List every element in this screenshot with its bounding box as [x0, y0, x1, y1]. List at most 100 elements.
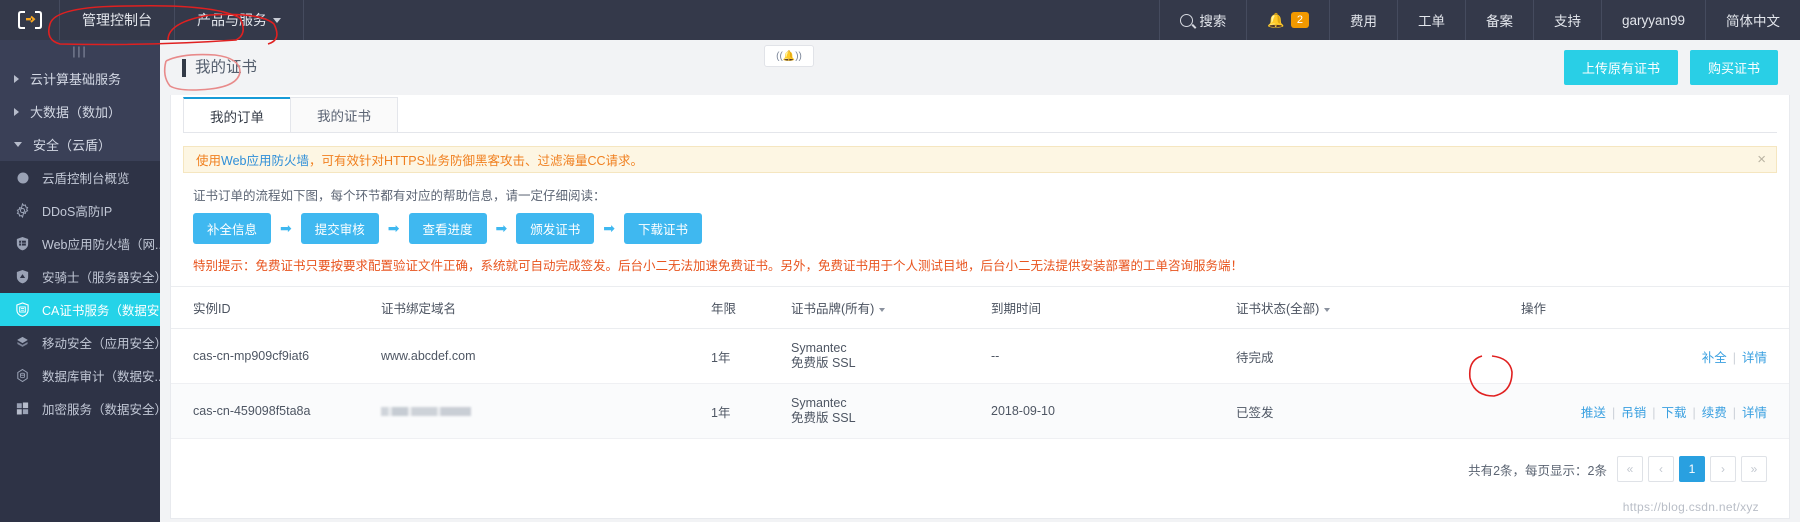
sidebar-item-encryption-service[interactable]: 加密服务（数据安全） — [0, 392, 160, 425]
sidebar-item-encryption-service-label: 加密服务（数据安全） — [42, 403, 160, 417]
cell-instance-id: cas-cn-459098f5ta8a — [171, 383, 381, 439]
sidebar-item-security-overview-label: 云盾控制台概览 — [42, 172, 130, 186]
sidebar-item-ca-certificate[interactable]: CA证书服务（数据安... — [0, 293, 160, 326]
special-notice-text: 特别提示：免费证书只要按要求配置验证文件正确，系统就可自动完成签发。后台小二无法… — [193, 259, 1244, 273]
sidebar-group-bigdata[interactable]: 大数据（数加） — [0, 95, 160, 128]
sidebar-item-ca-certificate-label: CA证书服务（数据安... — [42, 304, 160, 318]
table-row[interactable]: cas-cn-459098f5ta8a 1年 Symantec 免费版 SSL … — [171, 383, 1789, 439]
sidebar-group-security[interactable]: 安全（云盾） — [0, 128, 160, 161]
nav-icp-filing[interactable]: 备案 — [1464, 0, 1533, 40]
cell-brand-line2: 免费版 SSL — [791, 356, 856, 370]
masked-domain — [381, 407, 471, 417]
sidebar-item-waf[interactable]: Web应用防火墙（网... — [0, 227, 160, 260]
table-row[interactable]: cas-cn-mp909cf9iat6 www.abcdef.com 1年 Sy… — [171, 328, 1789, 384]
search-label: 搜索 — [1199, 14, 1227, 29]
cell-domain — [381, 383, 711, 439]
chevron-down-icon[interactable] — [879, 307, 886, 312]
nav-support[interactable]: 支持 — [1532, 0, 1601, 40]
chevron-down-icon — [273, 17, 281, 23]
upload-existing-cert-button[interactable]: 上传原有证书 — [1563, 50, 1678, 85]
tab-my-orders[interactable]: 我的订单 — [183, 97, 291, 133]
orders-table-header-row: 实例ID 证书绑定域名 年限 证书品牌(所有) 到期时间 证书状态(全部) 操作 — [171, 286, 1789, 329]
action-details[interactable]: 详情 — [1742, 406, 1767, 420]
page-title: 我的证书 — [182, 58, 257, 77]
nav-billing[interactable]: 费用 — [1328, 0, 1397, 40]
floating-notification-icon[interactable]: ((🔔)) — [764, 45, 814, 67]
col-status: 证书状态(全部) — [1236, 286, 1521, 329]
triangle-down-icon — [14, 142, 22, 147]
action-push[interactable]: 推送 — [1581, 406, 1606, 420]
arrow-right-icon: ➡ — [603, 220, 615, 236]
tab-my-orders-label: 我的订单 — [210, 109, 264, 125]
sidebar-item-mobile-security[interactable]: 移动安全（应用安全） — [0, 326, 160, 359]
tab-my-certificates[interactable]: 我的证书 — [290, 97, 398, 133]
circle-icon — [14, 169, 31, 186]
action-details[interactable]: 详情 — [1742, 351, 1767, 365]
pagination-page-1[interactable]: 1 — [1679, 456, 1705, 482]
action-renew[interactable]: 续费 — [1702, 406, 1727, 420]
action-complete[interactable]: 补全 — [1702, 351, 1727, 365]
nav-products-services[interactable]: 产品与服务 — [175, 0, 304, 40]
cell-domain: www.abcdef.com — [381, 328, 711, 384]
page-header-actions: 上传原有证书 购买证书 — [1563, 50, 1778, 85]
sidebar-item-database-audit-label: 数据库审计（数据安... — [42, 370, 160, 384]
buy-cert-button[interactable]: 购买证书 — [1689, 50, 1778, 85]
col-domain: 证书绑定域名 — [381, 286, 711, 329]
logo[interactable] — [0, 0, 60, 40]
triangle-right-icon — [14, 107, 19, 116]
sidebar-item-server-security-label: 安骑士（服务器安全） — [42, 271, 160, 285]
pagination-next[interactable]: › — [1710, 456, 1736, 482]
close-icon[interactable]: × — [1757, 152, 1766, 167]
main-content: 我的证书 ((🔔)) 上传原有证书 购买证书 我的订单 我的证书 使用 Web应用… — [160, 40, 1800, 522]
step-download-cert[interactable]: 下载证书 — [624, 213, 703, 244]
notifications-button[interactable]: 🔔 2 — [1246, 0, 1329, 40]
col-expire: 到期时间 — [991, 286, 1236, 329]
nav-products-services-label: 产品与服务 — [197, 12, 267, 28]
cell-instance-id: cas-cn-mp909cf9iat6 — [171, 328, 381, 384]
sidebar-item-mobile-security-label: 移动安全（应用安全） — [42, 337, 160, 351]
step-complete-info[interactable]: 补全信息 — [193, 213, 272, 244]
info-banner: 使用 Web应用防火墙 ，可有效针对HTTPS业务防御黑客攻击、过滤海量CC请求。 … — [183, 146, 1777, 173]
nav-tickets[interactable]: 工单 — [1396, 0, 1465, 40]
pagination-prev[interactable]: ‹ — [1648, 456, 1674, 482]
col-brand-label: 证书品牌(所有) — [791, 302, 875, 316]
sidebar-group-cloud-computing[interactable]: 云计算基础服务 — [0, 62, 160, 95]
user-account-menu[interactable]: garyyan99 — [1600, 0, 1705, 40]
sidebar-item-server-security[interactable]: 安骑士（服务器安全） — [0, 260, 160, 293]
step-submit-review[interactable]: 提交审核 — [300, 213, 379, 244]
pagination-summary: 共有2条，每页显示：2条 — [1468, 463, 1607, 478]
col-years: 年限 — [711, 286, 791, 329]
sidebar-item-ddos[interactable]: DDoS高防IP — [0, 194, 160, 227]
cell-expire: 2018-09-10 — [991, 383, 1236, 439]
info-banner-link[interactable]: Web应用防火墙 — [221, 150, 309, 169]
search-button[interactable]: 搜索 — [1159, 0, 1246, 40]
pagination-first[interactable]: « — [1617, 456, 1643, 482]
cell-actions: 补全 | 详情 — [1521, 328, 1789, 384]
sidebar-item-security-overview[interactable]: 云盾控制台概览 — [0, 161, 160, 194]
language-selector[interactable]: 简体中文 — [1705, 0, 1800, 40]
bell-icon: 🔔 — [1267, 11, 1285, 28]
sidebar-item-database-audit[interactable]: 数据库审计（数据安... — [0, 359, 160, 392]
chevron-down-icon[interactable] — [1324, 307, 1331, 312]
orders-table-body: cas-cn-mp909cf9iat6 www.abcdef.com 1年 Sy… — [171, 328, 1789, 439]
sidebar-group-security-label: 安全（云盾） — [33, 138, 112, 153]
pagination-last[interactable]: » — [1741, 456, 1767, 482]
action-download[interactable]: 下载 — [1661, 406, 1686, 420]
cell-brand: Symantec 免费版 SSL — [791, 328, 991, 384]
step-issue-cert[interactable]: 颁发证书 — [516, 213, 595, 244]
sidebar-group-bigdata-label: 大数据（数加） — [30, 105, 122, 120]
action-separator: | — [1732, 405, 1736, 420]
cell-status: 已签发 — [1236, 383, 1521, 439]
nav-management-console-label: 管理控制台 — [82, 12, 152, 28]
tab-bar: 我的订单 我的证书 — [171, 95, 1789, 133]
nav-management-console[interactable]: 管理控制台 — [60, 0, 175, 40]
orders-table-head: 实例ID 证书绑定域名 年限 证书品牌(所有) 到期时间 证书状态(全部) 操作 — [171, 286, 1789, 329]
action-revoke[interactable]: 吊销 — [1621, 406, 1646, 420]
floating-bell-icon: ((🔔)) — [776, 50, 802, 62]
cell-brand-line2: 免费版 SSL — [791, 411, 856, 425]
cell-status: 待完成 — [1236, 328, 1521, 384]
sidebar-collapse-handle[interactable]: ||| — [0, 40, 160, 62]
watermark: https://blog.csdn.net/xyz — [1622, 500, 1759, 514]
arrow-right-icon: ➡ — [280, 220, 292, 236]
step-check-progress[interactable]: 查看进度 — [408, 213, 487, 244]
